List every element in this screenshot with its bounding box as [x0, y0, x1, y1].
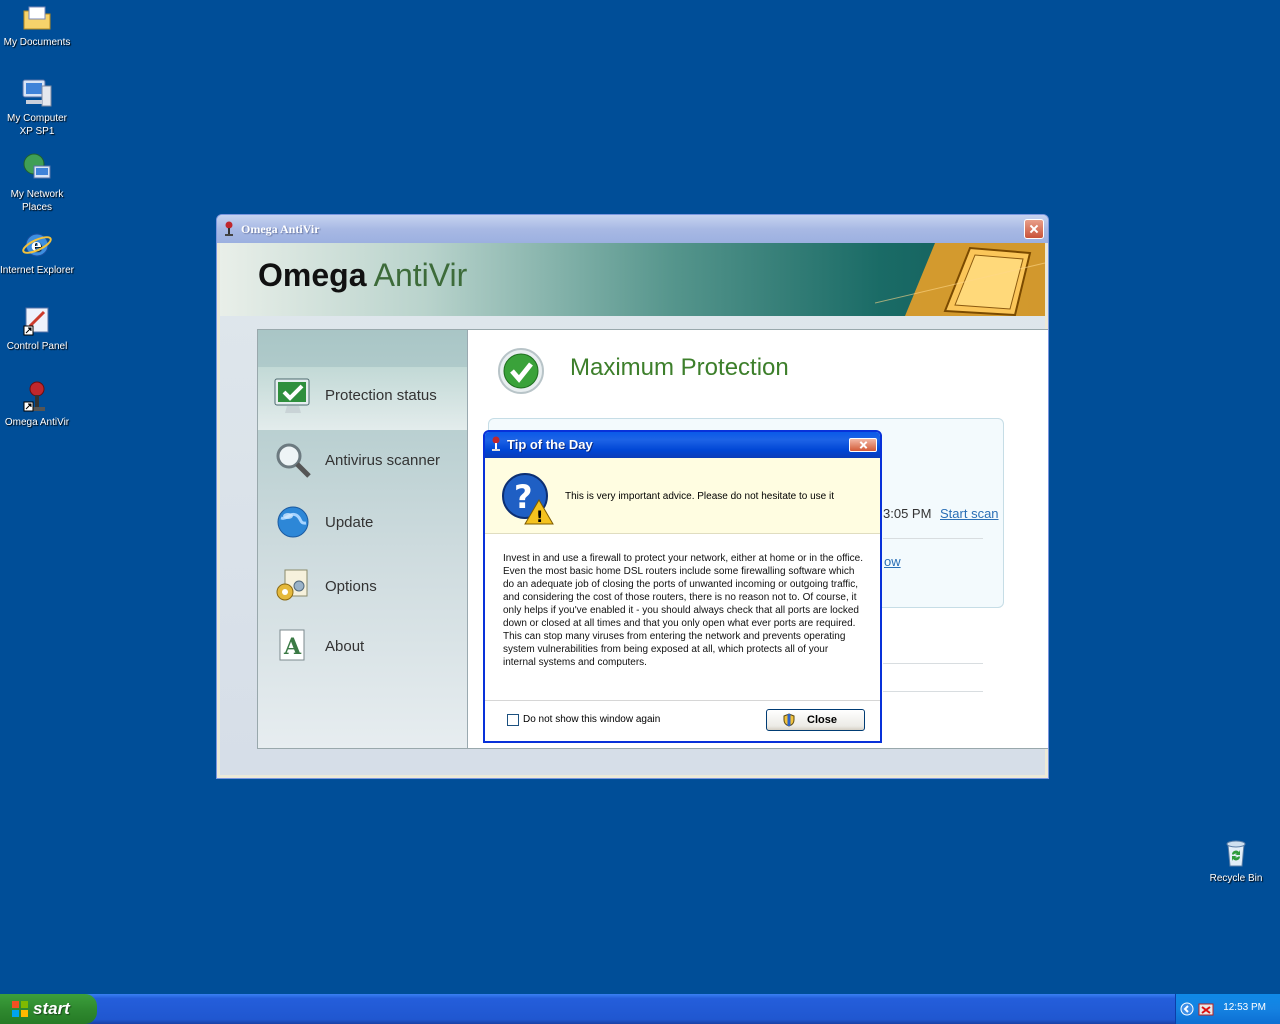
- control-panel-icon: [23, 307, 49, 336]
- sidebar-item-about[interactable]: A About: [258, 618, 467, 674]
- globe-icon: [277, 506, 309, 538]
- dialog-app-icon: [492, 436, 500, 451]
- sidebar: Protection status Antivirus scanner Upda…: [258, 330, 468, 748]
- desktop-icon-label: My Computer XP SP1: [6, 113, 67, 137]
- omega-antivir-icon: [23, 381, 45, 412]
- desktop-icon-label: My Network Places: [10, 189, 64, 213]
- dialog-header-text: This is very important advice. Please do…: [565, 491, 835, 502]
- svg-text:?: ?: [514, 478, 533, 516]
- sidebar-item-label: About: [325, 638, 365, 655]
- desktop-icon-my-computer[interactable]: My Computer XP SP1: [0, 76, 74, 138]
- dialog-title: Tip of the Day: [507, 437, 593, 452]
- sidebar-item-label: Update: [325, 514, 374, 531]
- close-button-label: Close: [807, 714, 837, 726]
- taskbar: start 12:53 PM: [0, 994, 1280, 1024]
- computer-icon: [22, 79, 52, 107]
- desktop-icon-network-places[interactable]: My Network Places: [0, 152, 74, 214]
- protection-status-icon: [274, 378, 310, 413]
- protection-status-title: Maximum Protection: [570, 354, 789, 381]
- start-scan-link[interactable]: Start scan: [940, 506, 999, 521]
- desktop-icon-label: Control Panel: [6, 341, 68, 352]
- brand-name-part2: AntiVir: [373, 257, 468, 293]
- desktop-icon-label: Internet Explorer: [0, 265, 74, 276]
- network-icon: [23, 153, 51, 179]
- monitor-art-icon: [875, 243, 1045, 316]
- desktop-icon-label: Omega AntiVir: [4, 417, 70, 428]
- dialog-divider: [485, 700, 880, 701]
- shield-icon: [783, 713, 795, 727]
- app-icon: [225, 221, 233, 236]
- sidebar-item-update[interactable]: Update: [258, 494, 467, 550]
- options-gears-icon: [276, 569, 308, 601]
- desktop-icon-control-panel[interactable]: Control Panel: [0, 304, 74, 353]
- sidebar-item-label: Options: [325, 578, 377, 595]
- dialog-header: ?! This is very important advice. Please…: [485, 458, 880, 534]
- last-scan-time: 3:05 PM: [883, 506, 932, 521]
- update-now-link[interactable]: ow: [884, 554, 901, 569]
- svg-text:!: !: [536, 507, 543, 526]
- dialog-close-x-button[interactable]: [849, 438, 877, 452]
- sidebar-item-protection-status[interactable]: Protection status: [258, 367, 467, 430]
- desktop-icon-recycle-bin[interactable]: Recycle Bin: [1199, 836, 1273, 885]
- about-icon: A: [279, 629, 305, 661]
- sidebar-item-antivirus-scanner[interactable]: Antivirus scanner: [258, 432, 467, 488]
- windows-logo-icon: [12, 1001, 28, 1017]
- desktop-icon-internet-explorer[interactable]: e Internet Explorer: [0, 228, 74, 277]
- magnifier-icon: [276, 443, 311, 478]
- window-title: Omega AntiVir: [241, 222, 320, 236]
- close-button[interactable]: Close: [766, 709, 865, 731]
- svg-text:A: A: [283, 634, 302, 660]
- divider: [883, 663, 983, 664]
- system-tray: 12:53 PM: [1175, 994, 1280, 1024]
- desktop-icon-label: Recycle Bin: [1209, 873, 1263, 884]
- clock: 12:53 PM: [1223, 1002, 1266, 1013]
- tip-text: Invest in and use a firewall to protect …: [503, 553, 864, 668]
- brand-logo: Omega AntiVir: [258, 257, 467, 294]
- dont-show-again-checkbox[interactable]: [507, 714, 519, 726]
- dont-show-again-label[interactable]: Do not show this window again: [523, 714, 660, 725]
- antivirus-tray-icon[interactable]: [1198, 1001, 1214, 1017]
- start-label: start: [33, 999, 70, 1018]
- app-banner: Omega AntiVir: [220, 243, 1045, 316]
- recycle-bin-icon: [1226, 840, 1246, 867]
- desktop-icon-label: My Documents: [3, 37, 71, 48]
- divider: [883, 691, 983, 692]
- sidebar-item-label: Antivirus scanner: [325, 452, 441, 469]
- chevron-left-icon[interactable]: [1180, 1002, 1194, 1016]
- desktop-icon-omega-antivir[interactable]: Omega AntiVir: [0, 380, 74, 429]
- folder-icon: [23, 6, 51, 30]
- question-warning-icon: ?!: [502, 473, 554, 526]
- sidebar-item-label: Protection status: [325, 387, 437, 404]
- sidebar-item-options[interactable]: Options: [258, 558, 467, 614]
- desktop-icon-my-documents[interactable]: My Documents: [0, 2, 74, 49]
- brand-name-part1: Omega: [258, 257, 367, 293]
- internet-explorer-icon: e: [22, 233, 52, 257]
- dialog-titlebar[interactable]: Tip of the Day: [485, 432, 880, 458]
- divider: [883, 538, 983, 539]
- tip-of-the-day-dialog: Tip of the Day ?! This is very important…: [483, 430, 882, 743]
- start-button[interactable]: start: [0, 994, 97, 1024]
- window-close-button[interactable]: [1024, 219, 1044, 239]
- window-titlebar[interactable]: Omega AntiVir: [217, 215, 1048, 243]
- protection-check-icon: [498, 348, 544, 394]
